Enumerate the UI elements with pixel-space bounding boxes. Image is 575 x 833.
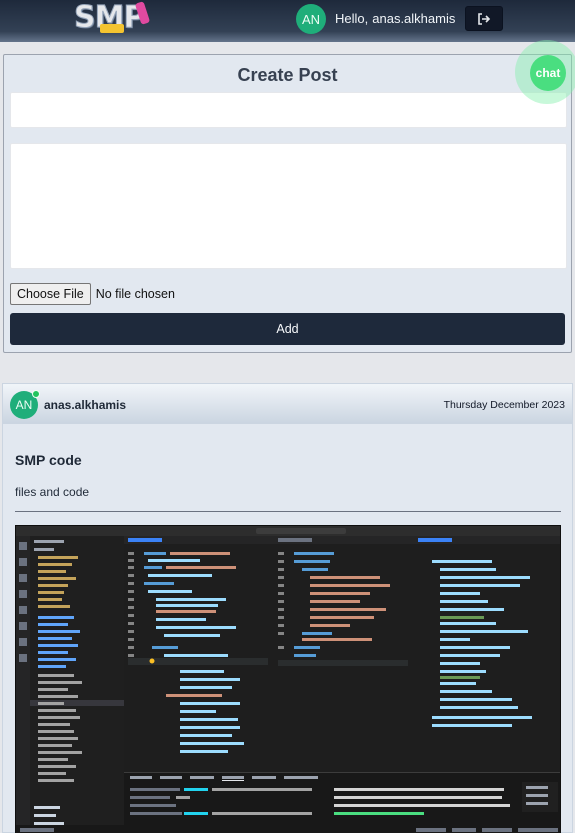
post-title-input[interactable] <box>10 92 567 128</box>
post-body-textarea[interactable] <box>10 143 567 269</box>
choose-file-button[interactable]: Choose File <box>10 283 91 305</box>
file-upload: Choose File No file chosen <box>10 283 175 305</box>
logout-icon <box>478 12 491 25</box>
chat-button[interactable]: chat <box>530 55 566 91</box>
greeting: Hello, anas.alkhamis <box>335 11 455 26</box>
post-header: AN anas.alkhamis Thursday December 2023 <box>3 384 572 424</box>
add-post-button[interactable]: Add <box>10 313 565 345</box>
post-title: SMP code <box>15 452 82 468</box>
logout-button[interactable] <box>465 6 503 31</box>
online-status-dot <box>32 390 40 398</box>
smp-logo[interactable]: SMP <box>73 0 154 36</box>
post-divider <box>15 511 561 512</box>
post-image[interactable] <box>15 525 561 833</box>
post-card: AN anas.alkhamis Thursday December 2023 … <box>2 383 573 833</box>
create-post-card: Create Post Choose File No file chosen A… <box>3 54 572 353</box>
post-date: Thursday December 2023 <box>443 399 565 411</box>
vscode-screenshot-icon <box>16 526 560 833</box>
greeting-username: anas.alkhamis <box>372 11 456 26</box>
top-navbar: SMP AN Hello, anas.alkhamis <box>0 0 575 42</box>
post-author-name[interactable]: anas.alkhamis <box>44 398 126 412</box>
file-status-text: No file chosen <box>95 287 175 301</box>
user-avatar[interactable]: AN <box>296 4 326 34</box>
create-post-title: Create Post <box>237 65 338 85</box>
greeting-text: Hello, <box>335 11 369 26</box>
post-body: files and code <box>15 485 90 499</box>
logo-accent-yellow <box>100 24 124 33</box>
